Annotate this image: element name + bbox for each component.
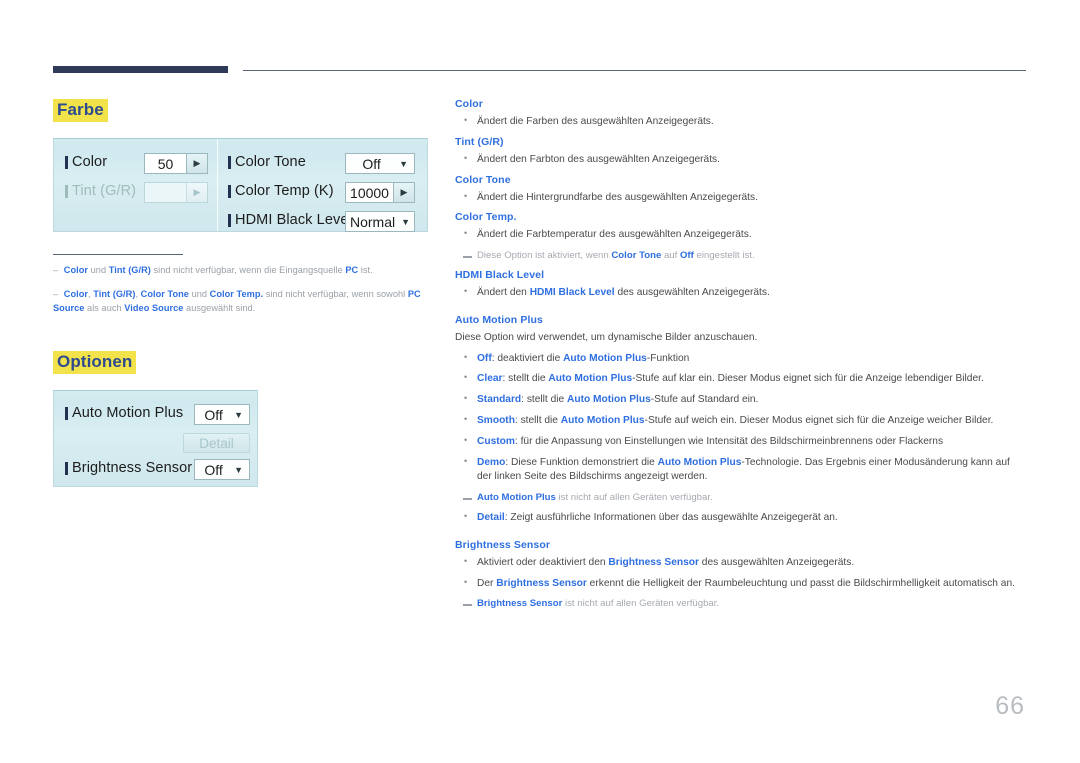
description-bullet: Demo: Diese Funktion demonstriert die Au… bbox=[455, 455, 1027, 486]
bullet-tick-icon bbox=[228, 155, 231, 169]
bullet-tick-icon bbox=[65, 155, 68, 169]
footnote-2: – Color, Tint (G/R), Color Tone und Colo… bbox=[53, 289, 421, 313]
chevron-down-icon[interactable]: ▼ bbox=[399, 159, 408, 169]
spinner-right-arrow-icon: ▶ bbox=[186, 183, 207, 202]
osd-value-color-tone: Off bbox=[362, 155, 381, 172]
spinner-right-arrow-icon[interactable]: ▶ bbox=[393, 183, 414, 202]
description-note: Diese Option ist aktiviert, wenn Color T… bbox=[455, 249, 1027, 263]
description-note: Brightness Sensor ist nicht auf allen Ge… bbox=[455, 597, 1027, 611]
osd-panel-color: Color 50 ▶ Tint (G/R) ▶ Color Tone Off ▼… bbox=[53, 138, 428, 232]
description-bullet: Custom: für die Anpassung von Einstellun… bbox=[455, 434, 1027, 450]
osd-value-color: 50 bbox=[145, 154, 186, 173]
osd-dropdown-auto-motion-plus[interactable]: Off ▼ bbox=[194, 404, 250, 425]
description-heading: HDMI Black Level bbox=[455, 269, 545, 282]
osd-value-brightness-sensor: Off bbox=[204, 461, 223, 478]
osd-label-auto-motion-plus: Auto Motion Plus bbox=[72, 405, 184, 421]
description-heading: Color Temp. bbox=[455, 211, 517, 224]
section-heading-optionen: Optionen bbox=[53, 351, 137, 374]
description-heading: Color Tone bbox=[455, 173, 511, 186]
osd-value-hdmi-black-level: Normal bbox=[350, 213, 396, 230]
description-bullet: Der Brightness Sensor erkennt die Hellig… bbox=[455, 576, 1027, 592]
description-bullet: Ändert den HDMI Black Level des ausgewäh… bbox=[455, 285, 1027, 301]
chevron-down-icon[interactable]: ▼ bbox=[234, 465, 243, 475]
description-paragraph: Diese Option wird verwendet, um dynamisc… bbox=[455, 331, 758, 343]
footnote-1: – Color und Tint (G/R) sind nicht verfüg… bbox=[53, 265, 373, 275]
osd-row-brightness-sensor: Brightness Sensor bbox=[65, 460, 192, 476]
bullet-tick-icon bbox=[65, 461, 68, 475]
osd-label-hdmi-black-level: HDMI Black Level bbox=[235, 212, 352, 228]
osd-spinner-tint: ▶ bbox=[144, 182, 208, 203]
description-note: Auto Motion Plus ist nicht auf allen Ger… bbox=[455, 491, 1027, 505]
osd-dropdown-brightness-sensor[interactable]: Off ▼ bbox=[194, 459, 250, 480]
osd-panel-options: Auto Motion Plus Off ▼ Detail Brightness… bbox=[53, 390, 258, 487]
description-bullet: Aktiviert oder deaktiviert den Brightnes… bbox=[455, 555, 1027, 571]
osd-row-hdmi-black-level: HDMI Black Level bbox=[228, 212, 352, 228]
osd-value-tint bbox=[145, 183, 186, 202]
description-heading: Tint (G/R) bbox=[455, 135, 504, 148]
description-bullet: Ändert die Farben des ausgewählten Anzei… bbox=[455, 114, 1027, 130]
chevron-down-icon[interactable]: ▼ bbox=[234, 410, 243, 420]
header-rule-line bbox=[243, 70, 1026, 71]
bullet-tick-icon bbox=[228, 184, 231, 198]
osd-panel-divider bbox=[217, 139, 218, 231]
osd-spinner-color[interactable]: 50 ▶ bbox=[144, 153, 208, 174]
osd-dropdown-color-tone[interactable]: Off ▼ bbox=[345, 153, 415, 174]
description-heading: Auto Motion Plus bbox=[455, 313, 543, 326]
bullet-tick-icon bbox=[65, 184, 68, 198]
description-bullet: Smooth: stellt die Auto Motion Plus-Stuf… bbox=[455, 413, 1027, 429]
osd-label-color-tone: Color Tone bbox=[235, 154, 306, 170]
osd-row-color-tone: Color Tone bbox=[228, 154, 306, 170]
osd-value-color-temp: 10000 bbox=[346, 183, 393, 202]
description-bullet: Standard: stellt die Auto Motion Plus-St… bbox=[455, 392, 1027, 408]
description-heading: Color bbox=[455, 98, 483, 110]
bullet-tick-icon bbox=[228, 213, 231, 227]
osd-label-color: Color bbox=[72, 154, 108, 170]
description-bullet: Ändert die Hintergrundfarbe des ausgewäh… bbox=[455, 190, 1027, 206]
osd-label-tint: Tint (G/R) bbox=[72, 183, 137, 199]
description-bullet: Clear: stellt die Auto Motion Plus-Stufe… bbox=[455, 371, 1027, 387]
description-heading: Brightness Sensor bbox=[455, 538, 551, 551]
description-column: Color Ändert die Farben des ausgewählten … bbox=[455, 98, 1027, 617]
osd-spinner-color-temp[interactable]: 10000 ▶ bbox=[345, 182, 415, 203]
osd-row-auto-motion-plus: Auto Motion Plus bbox=[65, 405, 183, 421]
chevron-down-icon[interactable]: ▼ bbox=[401, 217, 410, 227]
description-bullet: Detail: Zeigt ausführliche Informationen… bbox=[455, 510, 1027, 526]
description-bullet: Off: deaktiviert die Auto Motion Plus-Fu… bbox=[455, 351, 1027, 367]
osd-dropdown-hdmi-black-level[interactable]: Normal ▼ bbox=[345, 211, 415, 232]
detail-button: Detail bbox=[183, 433, 250, 453]
page-number: 66 bbox=[995, 692, 1025, 720]
osd-label-color-temp: Color Temp (K) bbox=[235, 183, 334, 199]
footnote-divider-rule bbox=[53, 254, 183, 255]
section-heading-farbe: Farbe bbox=[53, 99, 108, 122]
header-accent-bar bbox=[53, 66, 228, 73]
description-bullet: Ändert den Farbton des ausgewählten Anze… bbox=[455, 152, 1027, 168]
osd-label-brightness-sensor: Brightness Sensor bbox=[72, 460, 193, 476]
osd-row-color-temp: Color Temp (K) bbox=[228, 183, 334, 199]
description-bullet: Ändert die Farbtemperatur des ausgewählt… bbox=[455, 227, 1027, 243]
bullet-tick-icon bbox=[65, 406, 68, 420]
osd-value-auto-motion-plus: Off bbox=[204, 406, 223, 423]
osd-row-color: Color bbox=[65, 154, 107, 170]
osd-row-tint: Tint (G/R) bbox=[65, 183, 136, 199]
spinner-right-arrow-icon[interactable]: ▶ bbox=[186, 154, 207, 173]
